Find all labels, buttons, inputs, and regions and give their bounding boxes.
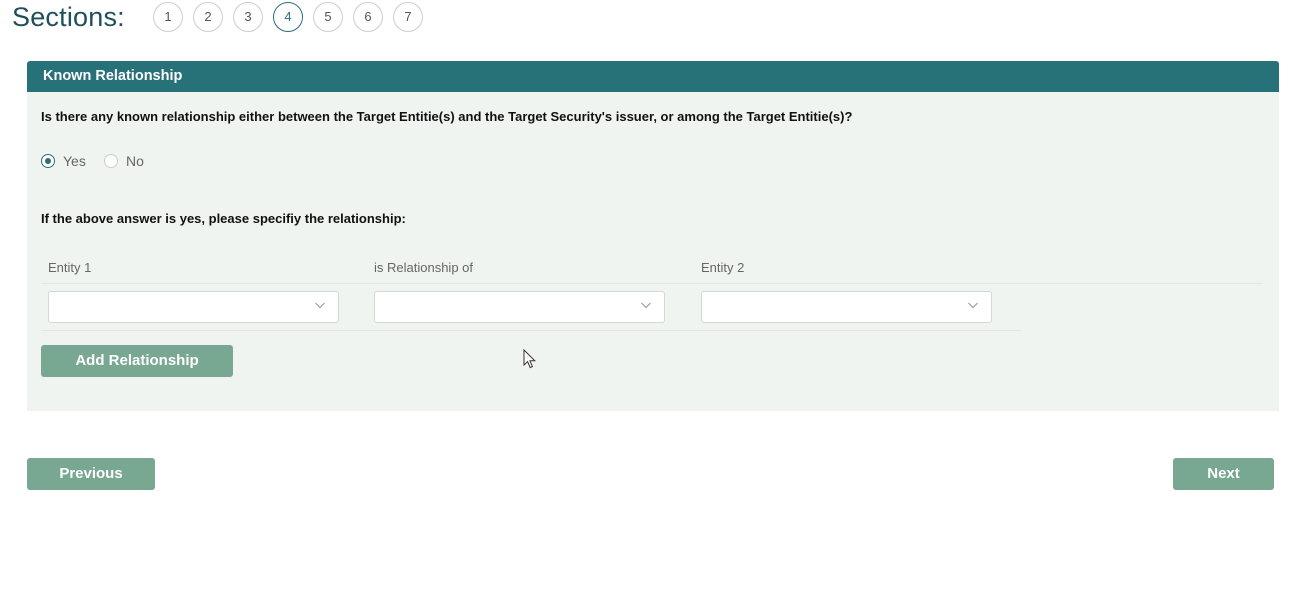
- step-2[interactable]: 2: [193, 2, 223, 32]
- radio-no-circle[interactable]: [104, 154, 118, 168]
- add-relationship-button[interactable]: Add Relationship: [41, 345, 233, 377]
- chevron-down-icon: [641, 302, 651, 309]
- radio-yes-circle[interactable]: [41, 154, 55, 168]
- chevron-down-icon: [315, 302, 325, 309]
- step-1[interactable]: 1: [153, 2, 183, 32]
- radio-no[interactable]: No: [104, 153, 154, 171]
- known-relationship-panel: Known Relationship Is there any known re…: [27, 61, 1279, 411]
- step-3[interactable]: 3: [233, 2, 263, 32]
- step-5[interactable]: 5: [313, 2, 343, 32]
- relationship-select[interactable]: [374, 291, 665, 323]
- entity2-column-label: Entity 2: [701, 260, 745, 275]
- relationship-column-label: is Relationship of: [374, 260, 473, 275]
- panel-title: Known Relationship: [27, 61, 1279, 92]
- step-4[interactable]: 4: [273, 2, 303, 32]
- entity2-select[interactable]: [701, 291, 992, 323]
- relationship-question: Is there any known relationship either b…: [41, 109, 853, 124]
- chevron-down-icon: [968, 302, 978, 309]
- previous-button[interactable]: Previous: [27, 458, 155, 490]
- table-divider: [41, 283, 1263, 284]
- radio-yes[interactable]: Yes: [41, 153, 96, 171]
- relationship-sub-question: If the above answer is yes, please speci…: [41, 211, 406, 226]
- mouse-cursor-icon: [523, 349, 537, 369]
- sections-title: Sections:: [12, 2, 125, 32]
- entity1-column-label: Entity 1: [48, 260, 92, 275]
- step-6[interactable]: 6: [353, 2, 383, 32]
- radio-yes-label: Yes: [63, 153, 86, 169]
- step-7[interactable]: 7: [393, 2, 423, 32]
- entity1-select[interactable]: [48, 291, 339, 323]
- next-button[interactable]: Next: [1173, 458, 1274, 490]
- row-divider: [41, 330, 1021, 331]
- radio-no-label: No: [126, 153, 144, 169]
